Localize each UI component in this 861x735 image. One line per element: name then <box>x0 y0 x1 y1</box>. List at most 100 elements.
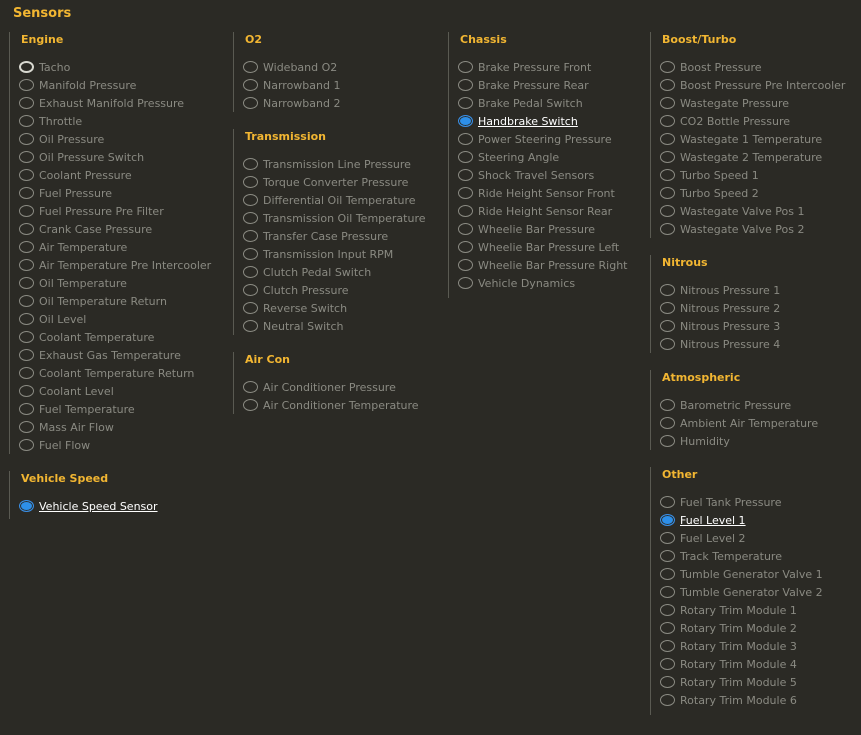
radio-button-icon[interactable] <box>660 622 675 634</box>
sensor-option-wideband-o2[interactable]: Wideband O2 <box>243 58 443 76</box>
sensor-option-wastegate-1-temperature[interactable]: Wastegate 1 Temperature <box>660 130 855 148</box>
sensor-option-track-temperature[interactable]: Track Temperature <box>660 547 855 565</box>
radio-button-icon[interactable] <box>19 439 34 451</box>
radio-button-icon[interactable] <box>19 313 34 325</box>
radio-button-icon[interactable] <box>243 176 258 188</box>
radio-button-icon[interactable] <box>660 115 675 127</box>
sensor-option-rotary-trim-module-2[interactable]: Rotary Trim Module 2 <box>660 619 855 637</box>
radio-button-icon[interactable] <box>243 97 258 109</box>
radio-button-icon[interactable] <box>660 338 675 350</box>
sensor-option-crank-case-pressure[interactable]: Crank Case Pressure <box>19 220 229 238</box>
sensor-option-shock-travel-sensors[interactable]: Shock Travel Sensors <box>458 166 643 184</box>
sensor-option-fuel-level-2[interactable]: Fuel Level 2 <box>660 529 855 547</box>
sensor-option-rotary-trim-module-6[interactable]: Rotary Trim Module 6 <box>660 691 855 709</box>
radio-button-icon[interactable] <box>660 151 675 163</box>
radio-button-icon[interactable] <box>19 61 34 73</box>
sensor-option-coolant-temperature[interactable]: Coolant Temperature <box>19 328 229 346</box>
sensor-option-handbrake-switch[interactable]: Handbrake Switch <box>458 112 643 130</box>
sensor-option-oil-level[interactable]: Oil Level <box>19 310 229 328</box>
sensor-option-wastegate-2-temperature[interactable]: Wastegate 2 Temperature <box>660 148 855 166</box>
sensor-option-narrowband-1[interactable]: Narrowband 1 <box>243 76 443 94</box>
sensor-option-air-conditioner-temperature[interactable]: Air Conditioner Temperature <box>243 396 443 414</box>
radio-button-icon[interactable] <box>243 302 258 314</box>
sensor-option-wastegate-valve-pos-2[interactable]: Wastegate Valve Pos 2 <box>660 220 855 238</box>
sensor-option-coolant-level[interactable]: Coolant Level <box>19 382 229 400</box>
radio-button-icon[interactable] <box>243 158 258 170</box>
radio-button-icon[interactable] <box>660 320 675 332</box>
sensor-option-transmission-oil-temperature[interactable]: Transmission Oil Temperature <box>243 209 443 227</box>
sensor-option-ambient-air-temperature[interactable]: Ambient Air Temperature <box>660 414 855 432</box>
sensor-option-throttle[interactable]: Throttle <box>19 112 229 130</box>
radio-button-icon[interactable] <box>458 79 473 91</box>
sensor-option-turbo-speed-2[interactable]: Turbo Speed 2 <box>660 184 855 202</box>
radio-button-icon[interactable] <box>19 115 34 127</box>
sensor-option-torque-converter-pressure[interactable]: Torque Converter Pressure <box>243 173 443 191</box>
sensor-option-humidity[interactable]: Humidity <box>660 432 855 450</box>
radio-button-icon[interactable] <box>660 205 675 217</box>
sensor-option-neutral-switch[interactable]: Neutral Switch <box>243 317 443 335</box>
sensor-option-coolant-pressure[interactable]: Coolant Pressure <box>19 166 229 184</box>
sensor-option-transmission-line-pressure[interactable]: Transmission Line Pressure <box>243 155 443 173</box>
sensor-option-co2-bottle-pressure[interactable]: CO2 Bottle Pressure <box>660 112 855 130</box>
sensor-option-fuel-level-1[interactable]: Fuel Level 1 <box>660 511 855 529</box>
sensor-option-rotary-trim-module-1[interactable]: Rotary Trim Module 1 <box>660 601 855 619</box>
sensor-option-fuel-pressure-pre-filter[interactable]: Fuel Pressure Pre Filter <box>19 202 229 220</box>
sensor-option-nitrous-pressure-4[interactable]: Nitrous Pressure 4 <box>660 335 855 353</box>
radio-button-icon[interactable] <box>19 133 34 145</box>
radio-button-icon[interactable] <box>243 381 258 393</box>
radio-button-icon[interactable] <box>19 205 34 217</box>
radio-button-icon[interactable] <box>660 302 675 314</box>
radio-button-icon[interactable] <box>660 532 675 544</box>
sensor-option-fuel-tank-pressure[interactable]: Fuel Tank Pressure <box>660 493 855 511</box>
radio-button-icon[interactable] <box>19 277 34 289</box>
sensor-option-manifold-pressure[interactable]: Manifold Pressure <box>19 76 229 94</box>
radio-button-icon[interactable] <box>660 399 675 411</box>
radio-button-icon[interactable] <box>660 187 675 199</box>
sensor-option-steering-angle[interactable]: Steering Angle <box>458 148 643 166</box>
radio-button-icon[interactable] <box>19 97 34 109</box>
radio-button-icon[interactable] <box>660 550 675 562</box>
radio-button-icon[interactable] <box>243 194 258 206</box>
sensor-option-differential-oil-temperature[interactable]: Differential Oil Temperature <box>243 191 443 209</box>
sensor-option-power-steering-pressure[interactable]: Power Steering Pressure <box>458 130 643 148</box>
radio-button-icon[interactable] <box>243 284 258 296</box>
sensor-option-air-temperature[interactable]: Air Temperature <box>19 238 229 256</box>
sensor-option-barometric-pressure[interactable]: Barometric Pressure <box>660 396 855 414</box>
sensor-option-wheelie-bar-pressure-left[interactable]: Wheelie Bar Pressure Left <box>458 238 643 256</box>
sensor-option-tacho[interactable]: Tacho <box>19 58 229 76</box>
sensor-option-fuel-temperature[interactable]: Fuel Temperature <box>19 400 229 418</box>
radio-button-icon[interactable] <box>19 169 34 181</box>
radio-button-icon[interactable] <box>660 694 675 706</box>
radio-button-icon[interactable] <box>660 79 675 91</box>
sensor-option-oil-pressure-switch[interactable]: Oil Pressure Switch <box>19 148 229 166</box>
radio-button-icon[interactable] <box>19 500 34 512</box>
sensor-option-air-conditioner-pressure[interactable]: Air Conditioner Pressure <box>243 378 443 396</box>
radio-button-icon[interactable] <box>458 223 473 235</box>
sensor-option-ride-height-sensor-rear[interactable]: Ride Height Sensor Rear <box>458 202 643 220</box>
radio-button-icon[interactable] <box>458 205 473 217</box>
sensor-option-oil-temperature-return[interactable]: Oil Temperature Return <box>19 292 229 310</box>
sensor-option-boost-pressure[interactable]: Boost Pressure <box>660 58 855 76</box>
sensor-option-narrowband-2[interactable]: Narrowband 2 <box>243 94 443 112</box>
radio-button-icon[interactable] <box>660 61 675 73</box>
radio-button-icon[interactable] <box>19 331 34 343</box>
radio-button-icon[interactable] <box>458 61 473 73</box>
sensor-option-oil-pressure[interactable]: Oil Pressure <box>19 130 229 148</box>
sensor-option-brake-pressure-front[interactable]: Brake Pressure Front <box>458 58 643 76</box>
radio-button-icon[interactable] <box>19 367 34 379</box>
radio-button-icon[interactable] <box>19 421 34 433</box>
sensor-option-transfer-case-pressure[interactable]: Transfer Case Pressure <box>243 227 443 245</box>
radio-button-icon[interactable] <box>660 586 675 598</box>
sensor-option-wastegate-pressure[interactable]: Wastegate Pressure <box>660 94 855 112</box>
sensor-option-air-temperature-pre-intercooler[interactable]: Air Temperature Pre Intercooler <box>19 256 229 274</box>
radio-button-icon[interactable] <box>458 133 473 145</box>
sensor-option-boost-pressure-pre-intercooler[interactable]: Boost Pressure Pre Intercooler <box>660 76 855 94</box>
sensor-option-brake-pressure-rear[interactable]: Brake Pressure Rear <box>458 76 643 94</box>
radio-button-icon[interactable] <box>243 230 258 242</box>
radio-button-icon[interactable] <box>458 259 473 271</box>
sensor-option-turbo-speed-1[interactable]: Turbo Speed 1 <box>660 166 855 184</box>
sensor-option-exhaust-gas-temperature[interactable]: Exhaust Gas Temperature <box>19 346 229 364</box>
sensor-option-nitrous-pressure-3[interactable]: Nitrous Pressure 3 <box>660 317 855 335</box>
radio-button-icon[interactable] <box>660 496 675 508</box>
radio-button-icon[interactable] <box>458 241 473 253</box>
